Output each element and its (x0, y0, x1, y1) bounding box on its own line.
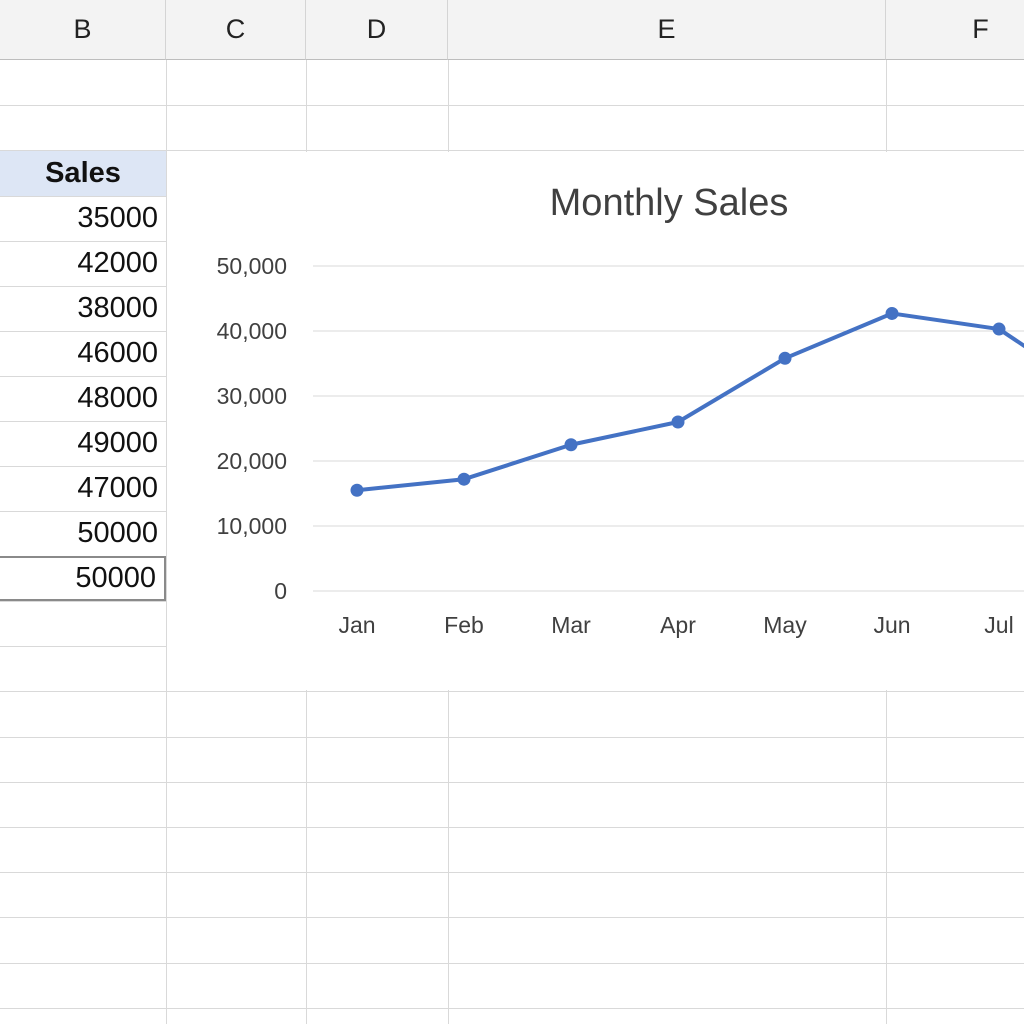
sales-cell[interactable]: 46000 (0, 331, 166, 376)
column-header-label: D (366, 14, 387, 44)
sales-header-cell[interactable]: Sales (0, 151, 166, 196)
data-point (457, 472, 471, 486)
sales-value: 35000 (77, 202, 158, 234)
x-tick-label: Jan (338, 612, 375, 638)
series-line (356, 311, 1024, 493)
row-gridline (0, 917, 1024, 918)
data-point (778, 351, 792, 365)
sales-cell[interactable]: 50000 (0, 511, 166, 556)
sales-cell[interactable]: 35000 (0, 196, 166, 241)
column-header-f[interactable]: F (886, 0, 1024, 60)
sales-value: 46000 (77, 337, 158, 369)
row-gridline (0, 963, 1024, 964)
row-gridline (0, 872, 1024, 873)
row-gridline (0, 827, 1024, 828)
y-tick-label: 30,000 (217, 383, 287, 409)
chart-plot: 0 10,000 20,000 30,000 40,000 50,000 Jan Feb Mar… (217, 253, 1024, 638)
sales-cell-selected[interactable]: 50000 (0, 556, 166, 601)
y-tick-label: 0 (274, 578, 287, 604)
y-tick-label: 10,000 (217, 513, 287, 539)
data-point (350, 483, 364, 497)
x-tick-label: Jun (873, 612, 910, 638)
x-tick-label: May (763, 612, 807, 638)
x-tick-label: Mar (551, 612, 591, 638)
column-header-d[interactable]: D (306, 0, 448, 60)
column-header-label: C (225, 14, 246, 44)
column-header-c[interactable]: C (166, 0, 306, 60)
data-point (564, 438, 578, 452)
y-tick-label: 50,000 (217, 253, 287, 279)
sales-header-label: Sales (45, 157, 121, 189)
sales-cell[interactable]: 47000 (0, 466, 166, 511)
x-tick-label: Apr (660, 612, 696, 638)
x-tick-label: Jul (984, 612, 1013, 638)
sales-cell[interactable]: 42000 (0, 241, 166, 286)
column-header-b[interactable]: B (0, 0, 166, 60)
sales-value: 48000 (77, 382, 158, 414)
sales-value: 49000 (77, 427, 158, 459)
sales-value: 42000 (77, 247, 158, 279)
sales-value: 50000 (75, 562, 156, 594)
row-gridline (0, 105, 1024, 106)
row-gridline (0, 737, 1024, 738)
y-tick-label: 20,000 (217, 448, 287, 474)
sales-cell[interactable]: 38000 (0, 286, 166, 331)
data-point (671, 415, 685, 429)
sales-value: 38000 (77, 292, 158, 324)
sales-value: 50000 (77, 517, 158, 549)
row-gridline (0, 1008, 1024, 1009)
x-tick-label: Feb (444, 612, 484, 638)
spreadsheet-grid[interactable]: B C D E F Sales 35000 42000 38000 46000 … (0, 0, 1024, 1024)
sales-cell[interactable]: 49000 (0, 421, 166, 466)
sales-value: 47000 (77, 472, 158, 504)
y-tick-label: 40,000 (217, 318, 287, 344)
row-gridline (0, 782, 1024, 783)
line-chart[interactable]: Monthly Sales 0 10,000 20,000 30,000 40,000 5… (167, 152, 1024, 690)
data-point (992, 322, 1006, 336)
sales-cell[interactable]: 48000 (0, 376, 166, 421)
column-header-label: B (73, 14, 92, 44)
data-point (885, 306, 899, 320)
column-header-label: E (657, 14, 676, 44)
row-gridline (0, 691, 1024, 692)
column-header-e[interactable]: E (448, 0, 886, 60)
column-header-label: F (972, 14, 989, 44)
